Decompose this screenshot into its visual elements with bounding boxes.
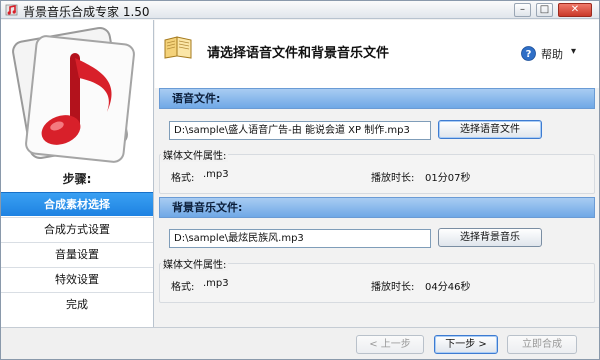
voice-props-label: 媒体文件属性:	[161, 147, 229, 162]
page-header: 请选择语音文件和背景音乐文件 ? 帮助 ▾	[155, 20, 599, 88]
prev-step-button[interactable]: < 上一步	[356, 335, 424, 354]
music-props-label: 媒体文件属性:	[161, 256, 229, 271]
app-icon	[5, 4, 18, 16]
music-duration-label: 播放时长:	[371, 282, 415, 293]
steps-sidebar: 步骤: 合成素材选择 合成方式设置 音量设置 特效设置 完成	[1, 20, 154, 327]
step-material-select[interactable]: 合成素材选择	[1, 192, 153, 216]
help-button[interactable]: 帮助	[541, 46, 563, 62]
steps-label: 步骤:	[62, 172, 92, 186]
page-title: 请选择语音文件和背景音乐文件	[207, 46, 390, 61]
music-note-icon	[12, 26, 135, 163]
voice-duration-value: 01分07秒	[425, 173, 471, 184]
book-icon	[164, 36, 192, 59]
minimize-button[interactable]: –	[514, 3, 531, 17]
music-format-label: 格式:	[171, 282, 195, 293]
voice-path-field[interactable]: D:\sample\盛人语音广告-由 能说会道 XP 制作.mp3	[169, 121, 431, 140]
maximize-button[interactable]: □	[536, 3, 553, 17]
music-path-field[interactable]: D:\sample\最炫民族风.mp3	[169, 229, 431, 248]
voice-section-header: 语音文件:	[159, 88, 595, 109]
select-music-button[interactable]: 选择背景音乐	[438, 228, 542, 247]
step-volume[interactable]: 音量设置	[1, 242, 153, 266]
music-duration-value: 04分46秒	[425, 282, 471, 293]
step-finish[interactable]: 完成	[1, 292, 153, 316]
voice-format-label: 格式:	[171, 173, 195, 184]
footer-bar: < 上一步 下一步 > 立即合成	[1, 327, 599, 359]
step-mix-mode[interactable]: 合成方式设置	[1, 217, 153, 241]
svg-text:?: ?	[526, 49, 532, 60]
select-voice-button[interactable]: 选择语音文件	[438, 120, 542, 139]
close-button[interactable]: ✕	[558, 3, 592, 17]
merge-now-button[interactable]: 立即合成	[507, 335, 577, 354]
help-icon[interactable]: ?	[521, 46, 536, 61]
music-format-value: .mp3	[203, 278, 229, 289]
title-bar[interactable]: 背景音乐合成专家 1.50 – □ ✕	[1, 1, 599, 19]
main-panel: 请选择语音文件和背景音乐文件 ? 帮助 ▾ 语音文件: D:\sample\盛人…	[155, 20, 599, 327]
voice-format-value: .mp3	[203, 169, 229, 180]
music-section-header: 背景音乐文件:	[159, 197, 595, 218]
help-menu-caret[interactable]: ▾	[571, 46, 576, 57]
window-title: 背景音乐合成专家 1.50	[23, 5, 150, 19]
voice-duration-label: 播放时长:	[371, 173, 415, 184]
app-window: 背景音乐合成专家 1.50 – □ ✕ 步骤: 合成素材选择 合成方式设置 音量…	[0, 0, 600, 360]
next-step-button[interactable]: 下一步 >	[434, 335, 498, 354]
logo	[1, 20, 153, 170]
step-effects[interactable]: 特效设置	[1, 267, 153, 291]
